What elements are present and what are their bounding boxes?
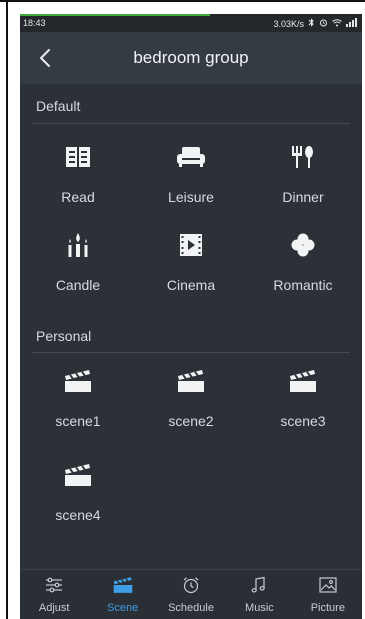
bluetooth-icon bbox=[308, 18, 315, 29]
scene-label: scene4 bbox=[55, 507, 101, 523]
status-time: 18:43 bbox=[23, 18, 46, 28]
wifi-icon bbox=[332, 18, 342, 29]
music-note-icon bbox=[252, 576, 266, 593]
scene-candle[interactable]: Candle bbox=[28, 230, 128, 293]
scene-label: scene1 bbox=[55, 413, 101, 429]
scene-dinner[interactable]: Dinner bbox=[253, 142, 353, 205]
scene-label: Cinema bbox=[166, 277, 216, 293]
status-bar: 18:43 3.03K/s bbox=[20, 14, 362, 32]
bottom-navigation: Adjust Scene Schedule Music Picture bbox=[20, 569, 362, 619]
scene-label: scene2 bbox=[168, 413, 214, 429]
section-title-default: Default bbox=[36, 98, 81, 114]
scene-label: Dinner bbox=[282, 189, 324, 205]
scene-personal-3[interactable]: scene3 bbox=[253, 366, 353, 429]
alarm-clock-icon bbox=[183, 577, 199, 594]
scene-personal-1[interactable]: scene1 bbox=[28, 366, 128, 429]
scene-label: Leisure bbox=[168, 189, 214, 205]
book-icon bbox=[66, 147, 90, 167]
nav-label: Scene bbox=[107, 602, 139, 614]
clapperboard-icon bbox=[178, 370, 204, 392]
scene-personal-4[interactable]: scene4 bbox=[28, 460, 128, 523]
scene-read[interactable]: Read bbox=[28, 142, 128, 205]
scene-cinema[interactable]: Cinema bbox=[141, 230, 241, 293]
nav-picture[interactable]: Picture bbox=[294, 570, 362, 619]
app-screen: 18:43 3.03K/s bedroom group Default Read… bbox=[20, 14, 362, 619]
clapperboard-icon bbox=[65, 370, 91, 392]
nav-label: Picture bbox=[310, 602, 345, 614]
scene-label: scene3 bbox=[280, 413, 326, 429]
nav-label: Schedule bbox=[168, 602, 214, 614]
sofa-icon bbox=[177, 147, 205, 167]
scene-leisure[interactable]: Leisure bbox=[141, 142, 241, 205]
clapperboard-icon bbox=[65, 464, 91, 486]
top-bar: bedroom group bbox=[20, 32, 362, 84]
section-divider bbox=[32, 352, 350, 353]
signal-icon bbox=[346, 18, 358, 29]
clover-icon bbox=[291, 233, 315, 257]
scene-label: Candle bbox=[55, 277, 101, 293]
scene-personal-2[interactable]: scene2 bbox=[141, 366, 241, 429]
nav-schedule[interactable]: Schedule bbox=[157, 570, 225, 619]
fork-knife-icon bbox=[292, 146, 313, 168]
screenshot-border-left bbox=[6, 0, 8, 619]
nav-music[interactable]: Music bbox=[225, 570, 293, 619]
scene-label: Romantic bbox=[273, 277, 333, 293]
picture-icon bbox=[319, 577, 337, 593]
film-icon bbox=[180, 234, 202, 256]
screenshot-border-top bbox=[0, 0, 365, 2]
clapperboard-icon bbox=[290, 370, 316, 392]
scene-romantic[interactable]: Romantic bbox=[253, 230, 353, 293]
network-speed: 3.03K/s bbox=[273, 18, 304, 29]
nav-label: Music bbox=[245, 602, 274, 614]
sliders-icon bbox=[46, 577, 63, 593]
nav-scene[interactable]: Scene bbox=[88, 570, 156, 619]
nav-label: Adjust bbox=[38, 602, 70, 614]
candle-icon bbox=[68, 233, 88, 257]
nav-adjust[interactable]: Adjust bbox=[20, 570, 88, 619]
page-title: bedroom group bbox=[133, 48, 249, 67]
scene-label: Read bbox=[61, 189, 95, 205]
section-divider bbox=[32, 123, 350, 124]
status-indicators: 3.03K/s bbox=[273, 18, 358, 29]
page-load-progress bbox=[20, 14, 210, 16]
section-title-personal: Personal bbox=[36, 328, 92, 344]
clapperboard-icon bbox=[113, 577, 132, 593]
alarm-icon bbox=[319, 18, 328, 29]
